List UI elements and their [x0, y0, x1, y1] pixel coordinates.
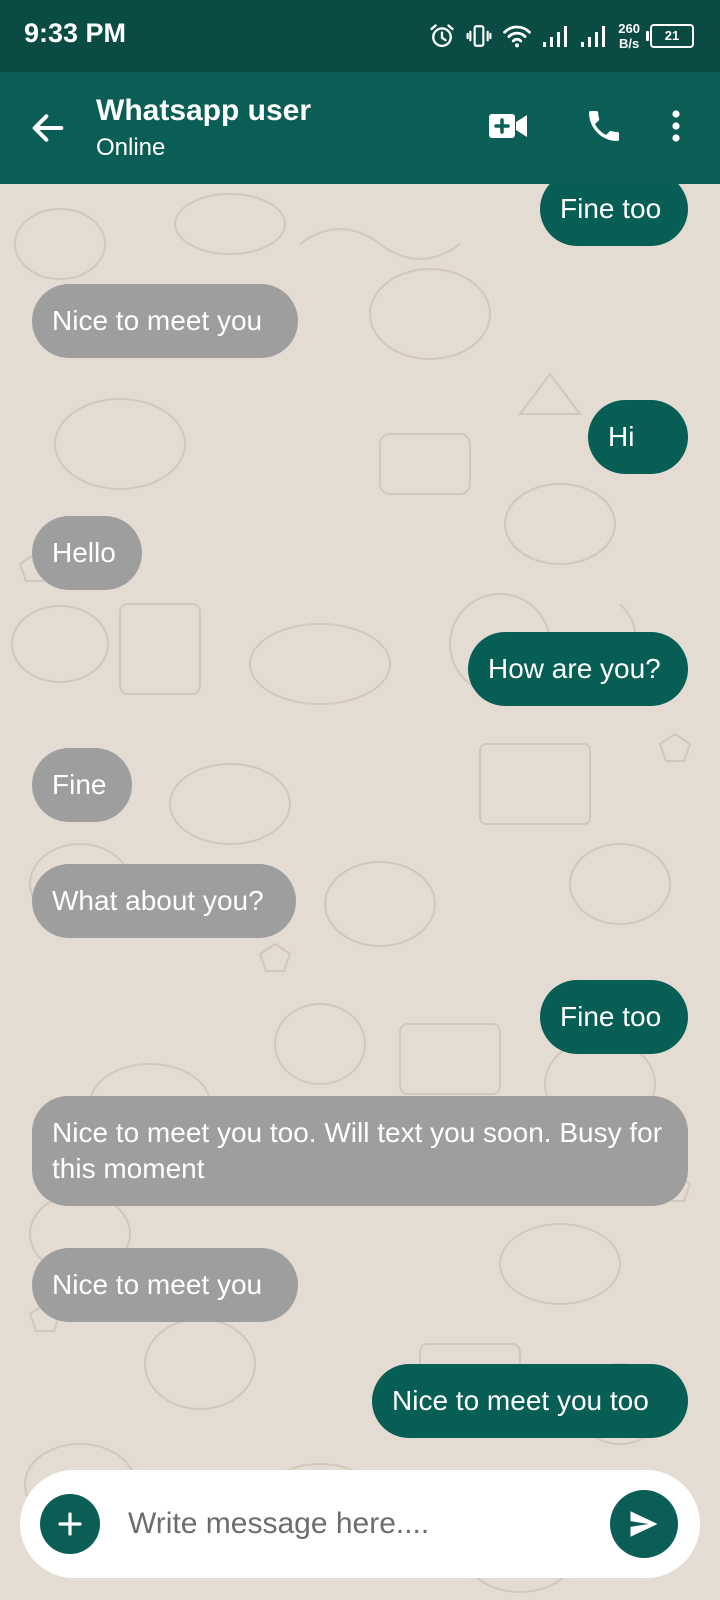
chat-header: Whatsapp user Online: [0, 72, 720, 184]
contact-name[interactable]: Whatsapp user: [96, 94, 311, 128]
message-text: Nice to meet you too. Will text you soon…: [52, 1117, 663, 1184]
message-bubble-outgoing[interactable]: Fine too: [540, 980, 688, 1054]
alarm-icon: [428, 22, 456, 50]
message-bubble-incoming[interactable]: Nice to meet you too. Will text you soon…: [32, 1096, 688, 1206]
message-text: Nice to meet you: [52, 305, 263, 336]
contact-status: Online: [96, 134, 166, 161]
status-icons: 260 B/s 21: [428, 16, 694, 56]
phone-icon[interactable]: [580, 102, 628, 150]
message-input[interactable]: [128, 1494, 568, 1554]
message-bubble-incoming[interactable]: Nice to meet you: [32, 1248, 298, 1322]
network-speed: 260 B/s: [618, 21, 640, 51]
message-bubble-outgoing[interactable]: How are you?: [468, 632, 688, 706]
add-icon[interactable]: [40, 1494, 100, 1554]
message-composer: [20, 1470, 700, 1578]
back-arrow-icon[interactable]: [28, 108, 68, 148]
message-text: How are you?: [488, 653, 661, 684]
more-vert-icon[interactable]: [652, 102, 700, 150]
message-text: Fine: [52, 769, 107, 800]
message-text: Hello: [52, 537, 116, 568]
signal-icon: [580, 24, 608, 48]
message-bubble-incoming[interactable]: Hello: [32, 516, 142, 590]
message-bubble-incoming[interactable]: Fine: [32, 748, 132, 822]
wifi-icon: [502, 23, 532, 49]
send-icon[interactable]: [610, 1490, 678, 1558]
status-bar: 9:33 PM 260 B/s 21: [0, 0, 720, 72]
message-text: What about you?: [52, 885, 264, 916]
status-time: 9:33 PM: [24, 18, 127, 48]
signal-icon: [542, 24, 570, 48]
message-bubble-outgoing[interactable]: Hi: [588, 400, 688, 474]
network-speed-unit: B/s: [619, 36, 640, 51]
message-bubble-incoming[interactable]: Nice to meet you: [32, 284, 298, 358]
message-bubble-incoming[interactable]: What about you?: [32, 864, 296, 938]
message-text: Fine too: [560, 1001, 662, 1032]
vibrate-icon: [466, 23, 492, 49]
message-bubble-outgoing[interactable]: Nice to meet you too: [372, 1364, 688, 1438]
network-speed-value: 260: [618, 21, 640, 36]
message-text: Hi: [608, 421, 635, 452]
message-text: Nice to meet you too: [392, 1385, 649, 1416]
message-text: Fine too: [560, 193, 662, 224]
battery-icon: 21: [646, 24, 694, 48]
chat-area[interactable]: Fine too Nice to meet you Hi Hello How a…: [0, 184, 720, 1600]
message-bubble-outgoing[interactable]: Fine too: [540, 184, 688, 246]
message-text: Nice to meet you: [52, 1269, 263, 1300]
video-call-icon[interactable]: [484, 102, 532, 150]
